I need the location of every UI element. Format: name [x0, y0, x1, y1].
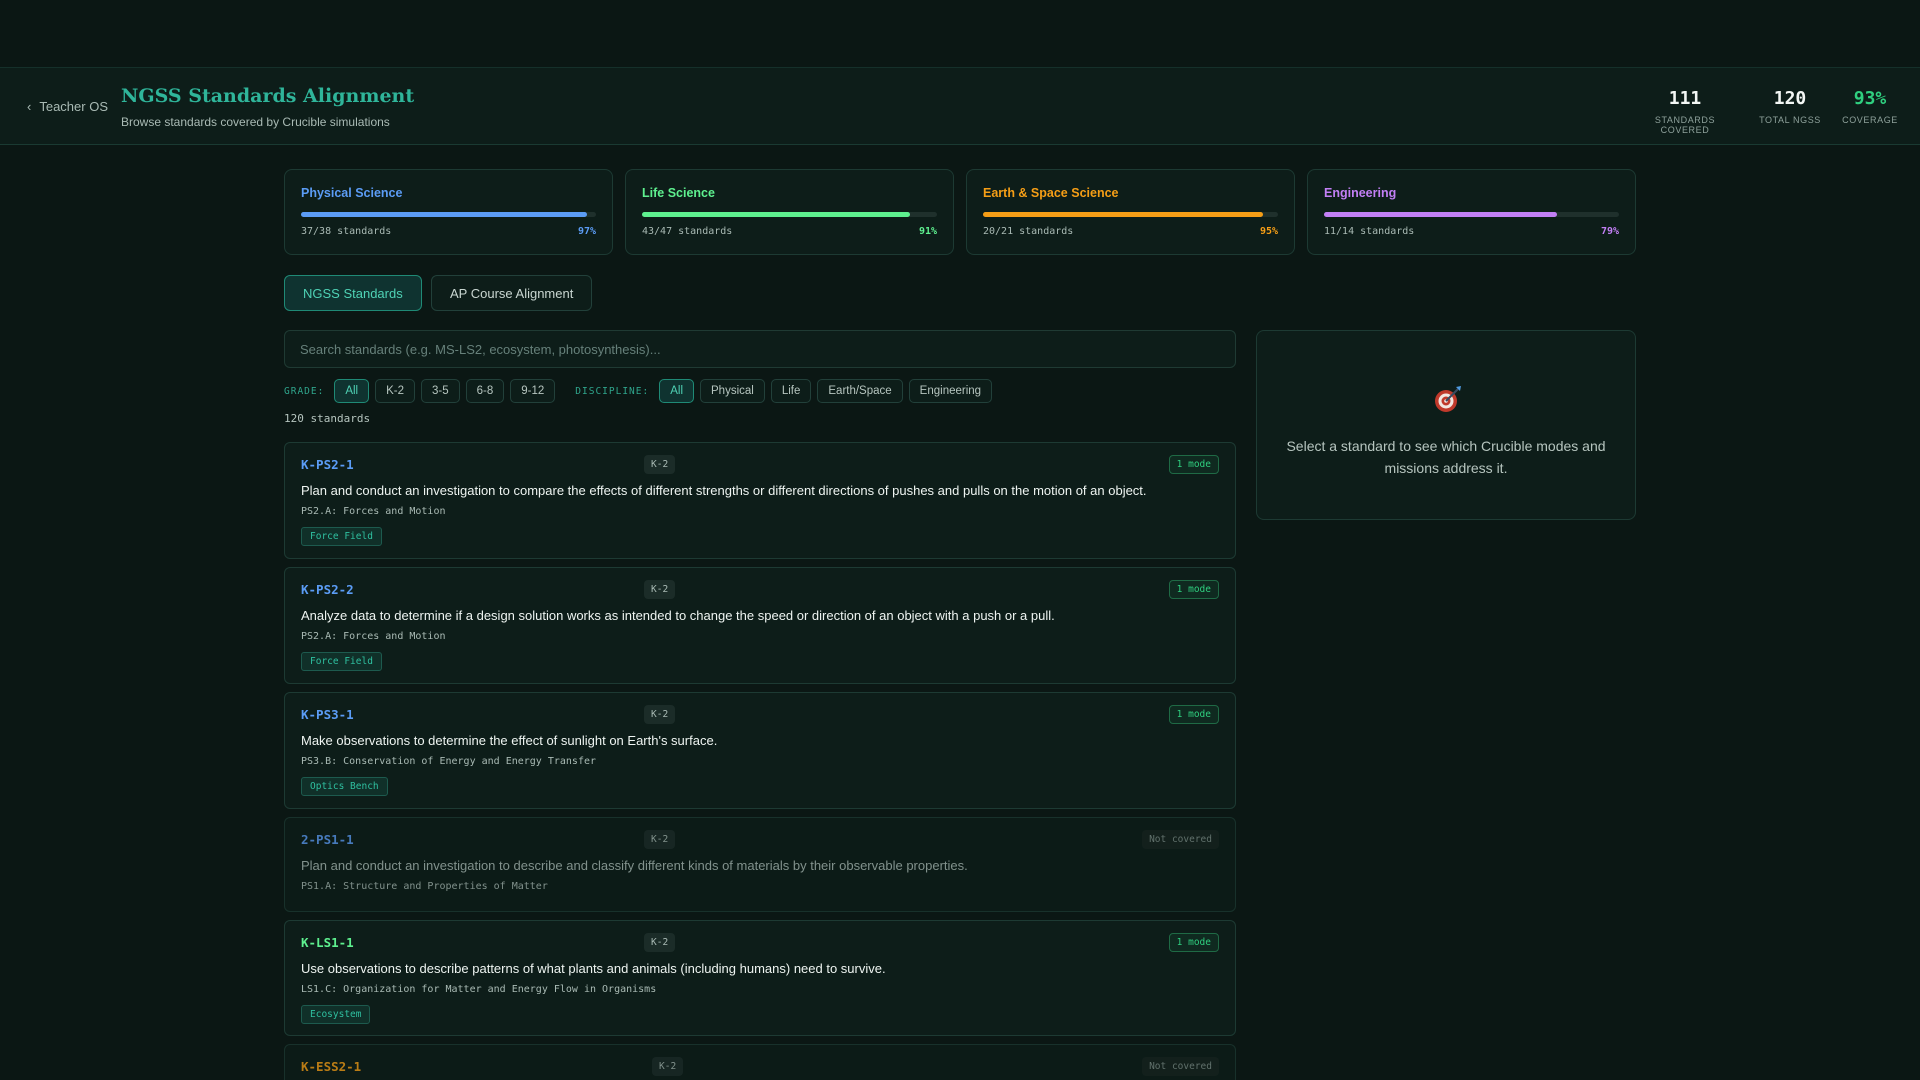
standard-card[interactable]: K-ESS2-1 K-2 Not covered [284, 1044, 1236, 1080]
stat-value: 120 [1773, 88, 1807, 109]
discipline-percent: 95% [1259, 226, 1278, 237]
grade-chip-3-5[interactable]: 3-5 [421, 379, 460, 403]
page-subtitle: Browse standards covered by Crucible sim… [121, 115, 390, 129]
coverage-badge: 1 mode [1168, 580, 1219, 599]
search-input[interactable] [284, 330, 1236, 368]
stat-total-ngss: 120 TOTAL NGSS [1758, 88, 1822, 125]
progress-fill [642, 212, 911, 217]
standard-description: Use observations to describe patterns of… [301, 961, 886, 976]
simulation-tag[interactable]: Optics Bench [301, 777, 388, 796]
grade-chip-k-2[interactable]: K-2 [375, 379, 416, 403]
chevron-left-icon: ‹ [27, 99, 32, 114]
page-header: ‹ Teacher OS NGSS Standards Alignment Br… [0, 67, 1920, 145]
coverage-badge: 1 mode [1168, 933, 1219, 952]
discipline-count: 37/38 standards [301, 226, 392, 237]
grade-chip-6-8[interactable]: 6-8 [465, 379, 505, 403]
simulation-tag[interactable]: Force Field [301, 527, 382, 546]
progress-track [642, 212, 937, 217]
discipline-chip-earth-space[interactable]: Earth/Space [817, 379, 903, 403]
standard-dci: PS2.A: Forces and Motion [301, 631, 446, 642]
standard-card[interactable]: K-PS2-2 K-2 1 mode Analyze data to deter… [284, 567, 1236, 684]
detail-panel: Select a standard to see which Crucible … [1256, 330, 1636, 520]
standard-description: Plan and conduct an investigation to des… [301, 858, 968, 873]
simulation-tag[interactable]: Force Field [301, 652, 382, 671]
discipline-count: 43/47 standards [642, 226, 733, 237]
standard-code: 2-PS1-1 [301, 832, 354, 847]
standard-code: K-PS3-1 [301, 707, 354, 722]
discipline-filter-label: DISCIPLINE: [575, 385, 650, 397]
discipline-name: Life Science [642, 186, 715, 200]
standard-card[interactable]: K-LS1-1 K-2 1 mode Use observations to d… [284, 920, 1236, 1036]
coverage-badge: Not covered [1142, 1057, 1219, 1076]
top-strip [0, 0, 1920, 67]
standard-card[interactable]: K-PS3-1 K-2 1 mode Make observations to … [284, 692, 1236, 809]
discipline-percent: 97% [577, 226, 596, 237]
back-button[interactable]: ‹ Teacher OS [27, 99, 108, 114]
standard-dci: LS1.C: Organization for Matter and Energ… [301, 984, 657, 995]
coverage-badge: 1 mode [1168, 455, 1219, 474]
progress-fill [301, 212, 588, 217]
coverage-badge: 1 mode [1168, 705, 1219, 724]
back-label: Teacher OS [39, 99, 108, 114]
result-count: 120 standards [284, 412, 371, 425]
grade-filter-label: GRADE: [284, 385, 325, 397]
discipline-name: Physical Science [301, 186, 403, 200]
stat-label: STANDARDS COVERED [1654, 115, 1716, 135]
grade-badge: K-2 [644, 455, 676, 474]
simulation-tag[interactable]: Ecosystem [301, 1005, 371, 1024]
standard-description: Make observations to determine the effec… [301, 733, 718, 748]
stat-label: TOTAL NGSS [1759, 115, 1821, 125]
stat-coverage: 93% COVERAGE [1840, 88, 1900, 125]
standard-card[interactable]: K-PS2-1 K-2 1 mode Plan and conduct an i… [284, 442, 1236, 559]
filter-row: GRADE: All K-2 3-5 6-8 9-12 DISCIPLINE: … [284, 379, 993, 403]
tab-ap-course-alignment[interactable]: AP Course Alignment [431, 275, 593, 311]
discipline-card-engineering: Engineering 11/14 standards 79% [1307, 169, 1636, 255]
grade-badge: K-2 [644, 580, 676, 599]
grade-badge: K-2 [644, 830, 676, 849]
discipline-percent: 91% [918, 226, 937, 237]
standard-card[interactable]: 2-PS1-1 K-2 Not covered Plan and conduct… [284, 817, 1236, 912]
discipline-card-physical: Physical Science 37/38 standards 97% [284, 169, 613, 255]
standard-code: K-PS2-1 [301, 457, 354, 472]
discipline-card-earth-space: Earth & Space Science 20/21 standards 95… [966, 169, 1295, 255]
discipline-count: 20/21 standards [983, 226, 1074, 237]
discipline-percent: 79% [1600, 226, 1619, 237]
target-icon [1435, 386, 1461, 412]
standard-code: K-ESS2-1 [301, 1059, 362, 1074]
tab-ngss-standards[interactable]: NGSS Standards [284, 275, 422, 311]
stat-standards-covered: 111 STANDARDS COVERED [1632, 88, 1738, 135]
progress-track [301, 212, 596, 217]
discipline-chip-all[interactable]: All [659, 379, 694, 403]
standard-code: K-LS1-1 [301, 935, 354, 950]
standard-code: K-PS2-2 [301, 582, 354, 597]
stat-value: 111 [1668, 88, 1702, 109]
grade-chip-all[interactable]: All [334, 379, 370, 403]
grade-chip-9-12[interactable]: 9-12 [510, 379, 556, 403]
progress-track [1324, 212, 1619, 217]
standard-dci: PS3.B: Conservation of Energy and Energy… [301, 756, 597, 767]
stat-label: COVERAGE [1842, 115, 1898, 125]
panel-message: Select a standard to see which Crucible … [1286, 438, 1606, 476]
discipline-name: Earth & Space Science [983, 186, 1119, 200]
standard-dci: PS2.A: Forces and Motion [301, 506, 446, 517]
progress-fill [1324, 212, 1558, 217]
discipline-chip-engineering[interactable]: Engineering [908, 379, 993, 403]
stat-value: 93% [1853, 88, 1887, 109]
discipline-count: 11/14 standards [1324, 226, 1415, 237]
grade-badge: K-2 [652, 1057, 684, 1076]
discipline-chip-life[interactable]: Life [770, 379, 812, 403]
page-title: NGSS Standards Alignment [121, 85, 415, 107]
coverage-badge: Not covered [1142, 830, 1219, 849]
discipline-name: Engineering [1324, 186, 1397, 200]
standard-description: Plan and conduct an investigation to com… [301, 483, 1147, 498]
grade-badge: K-2 [644, 705, 676, 724]
progress-track [983, 212, 1278, 217]
discipline-chip-physical[interactable]: Physical [700, 379, 765, 403]
grade-badge: K-2 [644, 933, 676, 952]
discipline-card-life: Life Science 43/47 standards 91% [625, 169, 954, 255]
standard-dci: PS1.A: Structure and Properties of Matte… [301, 881, 548, 892]
progress-fill [983, 212, 1264, 217]
standard-description: Analyze data to determine if a design so… [301, 608, 1055, 623]
